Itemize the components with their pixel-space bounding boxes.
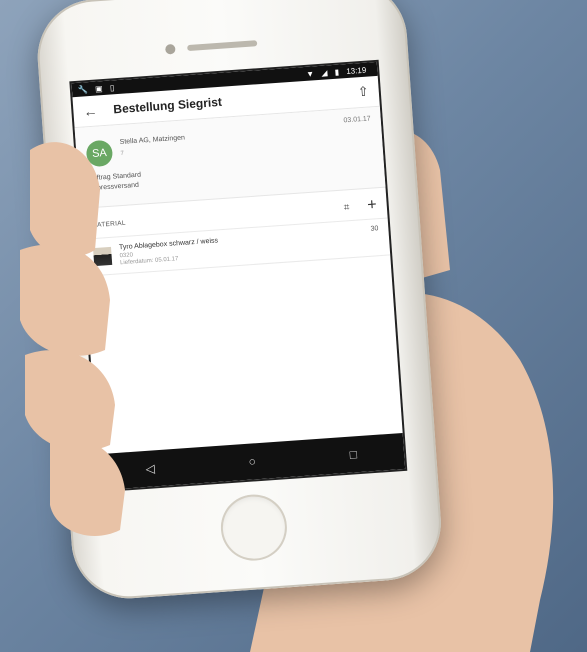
photo-scene: 🔧 ▣ ▯ ▼ ◢ ▮ 13:19 ← Bestellung Siegrist … [0, 0, 587, 652]
fingers [20, 142, 125, 536]
